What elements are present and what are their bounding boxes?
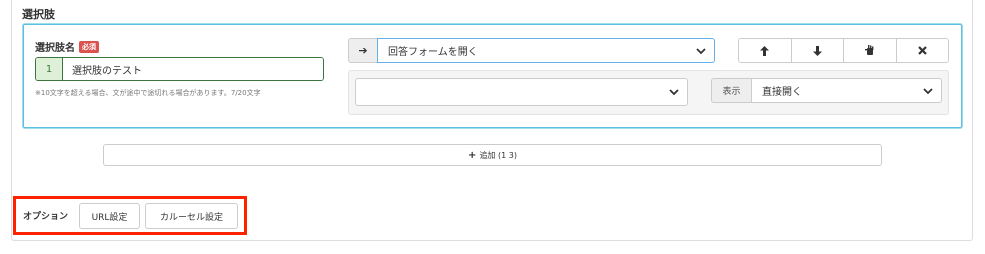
arrow-right-icon: ➔: [348, 38, 377, 63]
move-button-group: [738, 38, 949, 63]
display-group: 表示 直接開く: [711, 78, 942, 103]
plus-icon: +: [468, 149, 477, 161]
add-choice-label: 追加 (1 3): [479, 150, 517, 160]
drag-button[interactable]: [844, 39, 897, 62]
move-down-button[interactable]: [791, 39, 844, 62]
add-choice-button[interactable]: + 追加 (1 3): [103, 144, 882, 166]
section-title: 選択肢: [22, 8, 55, 21]
url-settings-button[interactable]: URL設定: [79, 203, 140, 229]
carousel-settings-button[interactable]: カルーセル設定: [145, 203, 238, 229]
chevron-down-icon: [696, 47, 706, 54]
arrow-down-icon: [812, 45, 822, 56]
delete-button[interactable]: [896, 39, 948, 62]
required-badge: 必須: [79, 40, 99, 53]
choice-name-label-text: 選択肢名: [35, 43, 75, 54]
display-select[interactable]: 直接開く: [751, 78, 942, 103]
options-label: オプション: [23, 212, 69, 222]
arrow-up-icon: [760, 45, 770, 56]
chevron-down-icon: [923, 87, 933, 94]
choice-name-input-group: 1: [35, 57, 324, 81]
hand-icon: [864, 45, 874, 55]
action-select-value: 回答フォームを開く: [388, 47, 478, 58]
chevron-down-icon: [669, 89, 679, 96]
choice-index: 1: [36, 58, 63, 80]
close-icon: [917, 46, 927, 55]
move-up-button[interactable]: [739, 39, 792, 62]
target-select[interactable]: [355, 78, 688, 106]
choice-name-label: 選択肢名 必須: [35, 39, 99, 54]
action-group: ➔ 回答フォームを開く: [348, 38, 715, 63]
choice-name-input[interactable]: [63, 58, 323, 80]
choice-name-help: ※10文字を超える場合、文が途中で途切れる場合があります。7/20文字: [35, 89, 261, 97]
display-label: 表示: [711, 78, 751, 103]
display-select-value: 直接開く: [762, 87, 802, 98]
action-select[interactable]: 回答フォームを開く: [377, 38, 715, 63]
